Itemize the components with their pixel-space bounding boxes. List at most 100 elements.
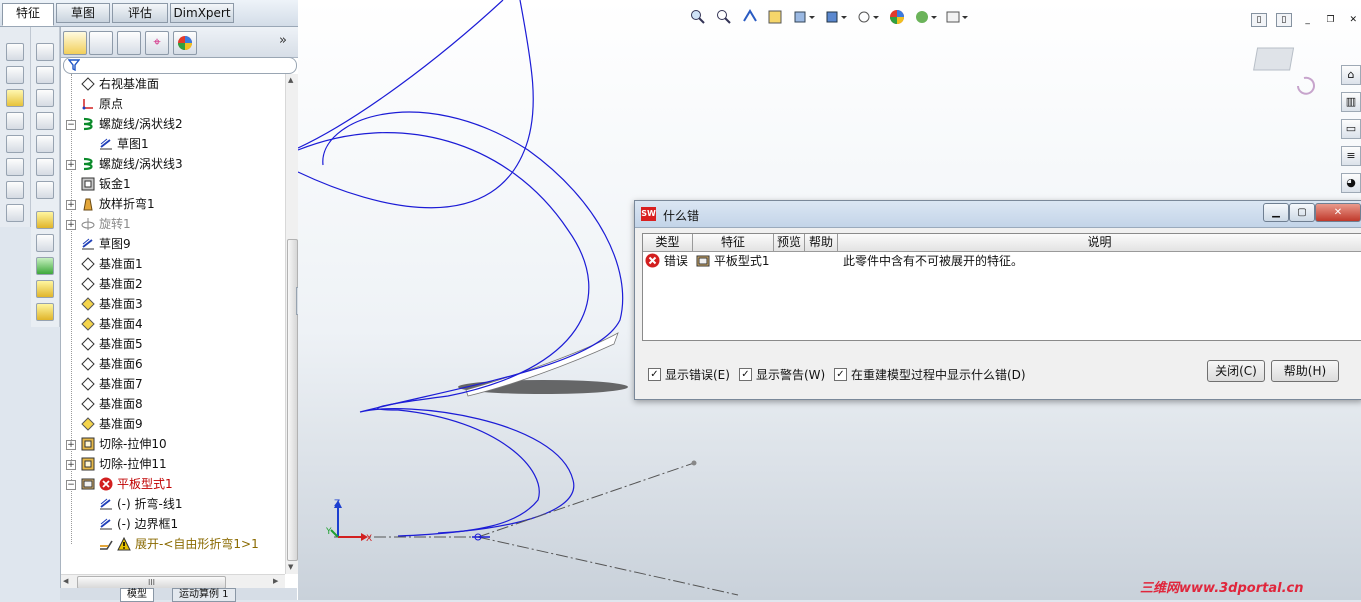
dialog-title-bar[interactable]: SW 什么错 ▁ ▢ ✕	[635, 201, 1361, 228]
restore-icon[interactable]: ❐	[1323, 14, 1337, 26]
expand-icon[interactable]: +	[66, 220, 76, 230]
tree-item[interactable]: 基准面2	[81, 274, 143, 294]
dialog-minimize-button[interactable]: ▁	[1263, 203, 1289, 222]
tree-item[interactable]: 基准面9	[81, 414, 143, 434]
tree-item[interactable]: 展开-<自由形折弯1>1	[99, 534, 259, 554]
display-style-icon[interactable]	[825, 9, 848, 25]
task-pane-appearances-icon[interactable]: ◕	[1341, 173, 1361, 193]
display-manager-tab-icon[interactable]	[173, 31, 197, 55]
hem-icon[interactable]	[36, 112, 54, 130]
scroll-down-arrow-icon[interactable]: ▼	[288, 563, 293, 571]
scroll-up-arrow-icon[interactable]: ▲	[288, 76, 293, 84]
error-row-type[interactable]: 错误	[645, 253, 693, 269]
tree-item[interactable]: 切除-拉伸10	[81, 434, 167, 454]
tree-item[interactable]: 旋转1	[81, 214, 131, 234]
expand-icon[interactable]: +	[66, 160, 76, 170]
tree-item[interactable]: 钣金1	[81, 174, 131, 194]
view-settings-icon[interactable]	[946, 9, 969, 25]
zoom-to-area-icon[interactable]	[716, 9, 732, 25]
cross-break-icon[interactable]	[36, 181, 54, 199]
convert-to-sheet-metal-icon[interactable]	[36, 303, 54, 321]
insert-bends-icon[interactable]	[36, 280, 54, 298]
help-button[interactable]: 帮助(H)	[1271, 360, 1339, 382]
extruded-boss-icon[interactable]	[6, 43, 24, 61]
viewport-split-icon[interactable]: ▯	[1275, 13, 1292, 27]
show-on-rebuild-checkbox[interactable]: ✓ 在重建模型过程中显示什么错(D)	[834, 366, 1026, 383]
task-pane-file-explorer-icon[interactable]: ▭	[1341, 119, 1361, 139]
swept-boss-icon[interactable]	[6, 89, 24, 107]
expand-icon[interactable]: +	[66, 440, 76, 450]
sketched-bend-icon[interactable]	[36, 158, 54, 176]
collapse-icon[interactable]: −	[66, 120, 76, 130]
boundary-boss-icon[interactable]	[6, 135, 24, 153]
tree-item[interactable]: 放样折弯1	[81, 194, 155, 214]
expand-icon[interactable]: +	[66, 460, 76, 470]
tree-item[interactable]: 螺旋线/涡状线3	[81, 154, 183, 174]
tree-item[interactable]: 右视基准面	[81, 74, 159, 94]
scroll-left-arrow-icon[interactable]: ◀	[63, 577, 68, 585]
feature-tree-tab-icon[interactable]	[63, 31, 87, 55]
viewport-single-icon[interactable]: ▯	[1251, 13, 1267, 27]
revolved-boss-icon[interactable]	[6, 66, 24, 84]
tree-item[interactable]: (-) 边界框1	[99, 514, 178, 534]
dimxpert-manager-tab-icon[interactable]: ⌖	[145, 31, 169, 55]
flatten-icon[interactable]	[36, 211, 54, 229]
task-pane-design-library-icon[interactable]: ▥	[1341, 92, 1361, 112]
tree-item[interactable]: (-) 折弯-线1	[99, 494, 182, 514]
no-bends-icon[interactable]	[36, 234, 54, 252]
tab-sketch[interactable]: 草图	[56, 3, 110, 23]
column-header-help[interactable]: 帮助	[805, 234, 838, 252]
tree-item[interactable]: 原点	[81, 94, 123, 114]
column-header-feature[interactable]: 特征	[693, 234, 774, 252]
tab-features[interactable]: 特征	[2, 3, 54, 26]
expand-icon[interactable]: +	[66, 200, 76, 210]
tree-item[interactable]: 基准面1	[81, 254, 143, 274]
hole-wizard-icon[interactable]	[6, 181, 24, 199]
close-button[interactable]: 关闭(C)	[1207, 360, 1265, 382]
property-manager-tab-icon[interactable]	[89, 31, 113, 55]
collapse-icon[interactable]: −	[66, 480, 76, 490]
hide-show-items-icon[interactable]	[857, 9, 879, 25]
section-view-icon[interactable]	[767, 9, 783, 25]
edge-flange-icon[interactable]	[36, 66, 54, 84]
base-flange-icon[interactable]	[36, 43, 54, 61]
lofted-boss-icon[interactable]	[6, 112, 24, 130]
tree-item[interactable]: 切除-拉伸11	[81, 454, 167, 474]
tree-item[interactable]: 草图1	[99, 134, 149, 154]
error-row-feature[interactable]: 平板型式1	[696, 253, 776, 269]
apply-scene-icon[interactable]	[915, 9, 937, 25]
tree-item[interactable]: 基准面5	[81, 334, 143, 354]
tree-item[interactable]: 基准面7	[81, 374, 143, 394]
fillet-icon[interactable]	[6, 204, 24, 222]
tree-vertical-scrollbar[interactable]: ▲ ▼	[285, 74, 298, 574]
scroll-right-arrow-icon[interactable]: ▶	[273, 577, 278, 585]
configuration-manager-tab-icon[interactable]	[117, 31, 141, 55]
show-warnings-checkbox[interactable]: ✓ 显示警告(W)	[739, 366, 825, 383]
miter-flange-icon[interactable]	[36, 89, 54, 107]
reference-triad-icon[interactable]	[1253, 47, 1315, 95]
task-pane-view-palette-icon[interactable]: ≡	[1341, 146, 1361, 166]
jog-icon[interactable]	[36, 135, 54, 153]
extruded-cut-icon[interactable]	[6, 158, 24, 176]
tab-evaluate[interactable]: 评估	[112, 3, 168, 23]
tree-item[interactable]: 草图9	[81, 234, 131, 254]
edit-appearance-icon[interactable]	[889, 9, 905, 25]
tree-item[interactable]: 基准面3	[81, 294, 143, 314]
column-header-type[interactable]: 类型	[643, 234, 693, 252]
column-header-description[interactable]: 说明	[838, 234, 1361, 252]
expand-panel-chevron-icon[interactable]: »	[279, 33, 287, 48]
show-errors-checkbox[interactable]: ✓ 显示错误(E)	[648, 366, 730, 383]
close-document-icon[interactable]: ✕	[1346, 14, 1360, 26]
tree-horizontal-scrollbar[interactable]: ◀ III ▶	[61, 574, 285, 589]
column-header-preview[interactable]: 预览	[774, 234, 805, 252]
zoom-to-fit-icon[interactable]	[690, 9, 706, 25]
tree-item[interactable]: 平板型式1	[81, 474, 173, 494]
previous-view-icon[interactable]	[742, 9, 758, 25]
tree-item[interactable]: 基准面4	[81, 314, 143, 334]
tree-item[interactable]: 螺旋线/涡状线2	[81, 114, 183, 134]
dialog-maximize-button[interactable]: ▢	[1289, 203, 1315, 222]
dialog-close-button[interactable]: ✕	[1315, 203, 1361, 222]
tree-item[interactable]: 基准面8	[81, 394, 143, 414]
tab-dimxpert[interactable]: DimXpert	[170, 3, 234, 23]
tree-item[interactable]: 基准面6	[81, 354, 143, 374]
